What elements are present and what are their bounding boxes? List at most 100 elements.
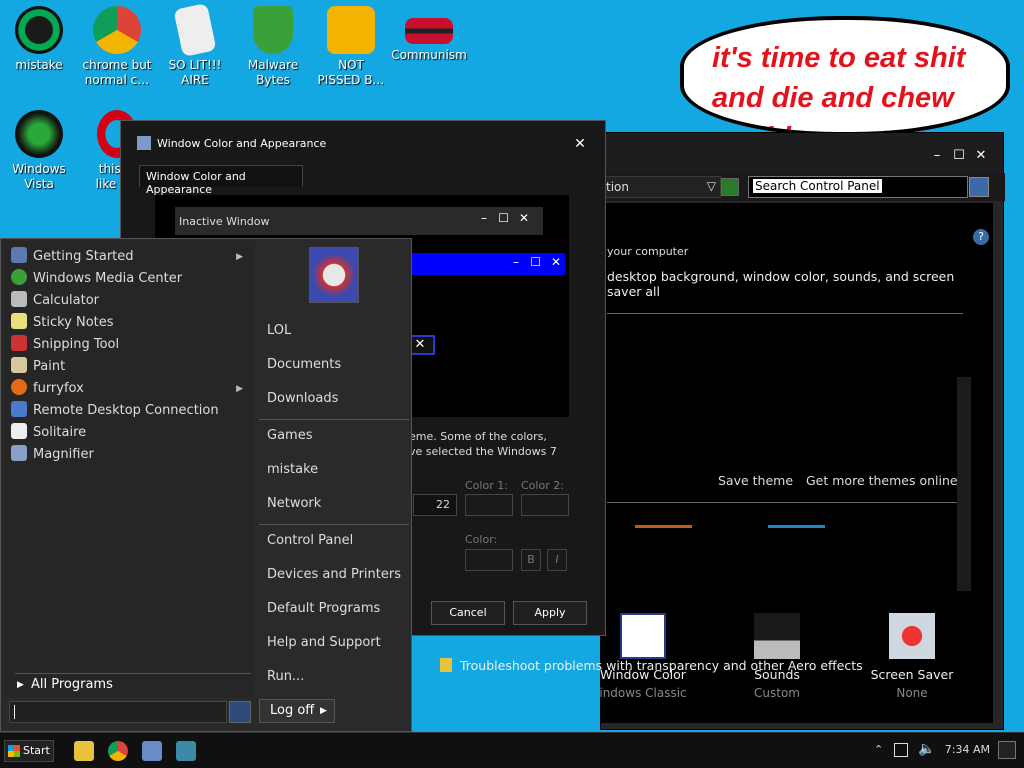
minimize-button[interactable]: – [927, 147, 947, 165]
search-icon[interactable] [229, 701, 251, 723]
start-search-input[interactable] [9, 701, 227, 723]
show-hidden-icons[interactable]: ⌃ [874, 743, 883, 756]
theme-strip [635, 525, 825, 528]
remote-desktop-icon [11, 401, 27, 417]
screen-saver-item[interactable]: Screen Saver None [862, 613, 962, 700]
menu-item-lol[interactable]: LOL [267, 319, 291, 343]
sounds-icon [754, 613, 800, 659]
menu-item-devices-printers[interactable]: Devices and Printers [267, 563, 401, 587]
color1-label: Color 1: [465, 479, 508, 492]
control-panel-window: – ☐ ✕ tion ▽ Search Control Panel ? your … [599, 132, 1005, 730]
desktop-icon-windows-vista[interactable]: Windows Vista [0, 110, 78, 192]
recycle-icon [15, 110, 63, 158]
dialog-title: Window Color and Appearance [157, 137, 327, 150]
menu-item-snipping-tool[interactable]: Snipping Tool [11, 334, 251, 356]
help-icon[interactable]: ? [973, 229, 989, 245]
info-text: eme. Some of the colors, ve selected the… [409, 430, 557, 458]
user-picture[interactable] [309, 247, 359, 303]
separator [259, 419, 409, 420]
menu-item-network[interactable]: Network [267, 492, 321, 516]
taskbar: Start ⌃ 🔈 7:34 AM [0, 732, 1024, 768]
sounds-item[interactable]: Sounds Custom [727, 613, 827, 700]
font-color-dropdown[interactable] [465, 549, 513, 571]
chevron-down-icon[interactable]: ▽ [707, 179, 716, 193]
icon-label: NOT [338, 58, 364, 72]
pig-icon [327, 6, 375, 54]
icon-label: Malware [247, 58, 299, 72]
log-off-button[interactable]: Log off ▶ [259, 699, 335, 723]
close-button[interactable]: ✕ [971, 147, 991, 165]
desktop-icon-malwarebytes[interactable]: Malware Bytes [234, 6, 312, 88]
window-color-item[interactable]: Window Color indows Classic [593, 613, 693, 700]
screen-saver-icon [889, 613, 935, 659]
search-icon[interactable] [969, 177, 989, 197]
menu-item-downloads[interactable]: Downloads [267, 387, 338, 411]
save-theme-link[interactable]: Save theme [718, 473, 793, 488]
refresh-icon[interactable] [721, 178, 739, 196]
menu-item-sticky-notes[interactable]: Sticky Notes [11, 312, 251, 334]
menu-item-paint[interactable]: Paint [11, 356, 251, 378]
menu-item-solitaire[interactable]: Solitaire [11, 422, 251, 444]
chrome-icon[interactable] [108, 741, 128, 761]
maximize-button[interactable]: ☐ [949, 147, 969, 165]
clock[interactable]: 7:34 AM [945, 743, 990, 756]
network-icon[interactable] [894, 743, 908, 757]
location-field[interactable]: tion ▽ [601, 176, 721, 198]
desktop-icon-chrome[interactable]: chrome but normal c… [78, 6, 156, 88]
menu-item-media-center[interactable]: Windows Media Center [11, 268, 251, 290]
control-panel-icon[interactable] [176, 741, 196, 761]
speech-bubble: it's time to eat shit and die and chew b… [680, 16, 1010, 136]
get-more-themes-link[interactable]: Get more themes online [806, 473, 958, 488]
menu-item-control-panel[interactable]: Control Panel [267, 529, 353, 553]
remote-desktop-icon[interactable] [142, 741, 162, 761]
menu-item-magnifier[interactable]: Magnifier [11, 444, 251, 466]
menu-item-furryfox[interactable]: furryfox ▶ [11, 378, 251, 400]
menu-item-mistake[interactable]: mistake [267, 458, 318, 482]
start-menu-places: LOL Documents Downloads Games mistake Ne… [255, 239, 413, 697]
chrome-icon [93, 6, 141, 54]
menu-item-documents[interactable]: Documents [267, 353, 341, 377]
desktop-icon-communism[interactable]: Communism [390, 6, 468, 63]
volume-icon[interactable]: 🔈 [918, 741, 935, 757]
icon-label: Communism [391, 48, 467, 62]
menu-item-default-programs[interactable]: Default Programs [267, 597, 380, 621]
all-programs-button[interactable]: ▶ All Programs [15, 673, 251, 695]
menu-item-games[interactable]: Games [267, 424, 312, 448]
show-desktop-icon[interactable] [998, 741, 1016, 759]
window-color-icon [620, 613, 666, 659]
cancel-button[interactable]: Cancel [431, 601, 505, 625]
menu-item-run[interactable]: Run... [267, 665, 304, 689]
italic-button[interactable]: I [547, 549, 567, 571]
size-spinner[interactable]: 22 [413, 494, 457, 516]
control-panel-titlebar: – ☐ ✕ [601, 133, 1003, 177]
desktop-icon-mistake[interactable]: mistake [0, 6, 78, 73]
explorer-icon[interactable] [74, 741, 94, 761]
calculator-icon [11, 291, 27, 307]
apply-button[interactable]: Apply [513, 601, 587, 625]
menu-item-remote-desktop[interactable]: Remote Desktop Connection [11, 400, 251, 422]
close-button[interactable]: ✕ [569, 135, 591, 153]
menu-item-help-support[interactable]: Help and Support [267, 631, 381, 655]
tab-window-color[interactable]: Window Color and Appearance [139, 165, 303, 196]
paint-icon [11, 357, 27, 373]
sticky-notes-icon [11, 313, 27, 329]
menu-item-calculator[interactable]: Calculator [11, 290, 251, 312]
icon-label: chrome but [82, 58, 152, 72]
bold-button[interactable]: B [521, 549, 541, 571]
search-input[interactable]: Search Control Panel [748, 176, 968, 198]
text-cursor [14, 705, 15, 719]
media-center-icon [11, 269, 27, 285]
desktop-icon-so-lit[interactable]: SO LIT!!! AIRE [156, 2, 234, 88]
scrollbar[interactable] [957, 377, 971, 591]
start-button[interactable]: Start [4, 740, 54, 762]
subtitle: your computer [607, 245, 689, 258]
color1-dropdown[interactable] [465, 494, 513, 516]
control-panel-content: ? your computer desktop background, wind… [599, 203, 993, 723]
start-menu: Getting Started ▶ Windows Media Center Ca… [0, 238, 412, 732]
snipping-tool-icon [11, 335, 27, 351]
color2-dropdown[interactable] [521, 494, 569, 516]
chevron-right-icon[interactable]: ▶ [320, 700, 327, 722]
desktop-icon-not-pissed[interactable]: NOT PISSED B… [312, 6, 390, 88]
menu-item-getting-started[interactable]: Getting Started ▶ [11, 246, 251, 268]
troubleshoot-link[interactable]: Troubleshoot problems with transparency … [440, 658, 863, 673]
